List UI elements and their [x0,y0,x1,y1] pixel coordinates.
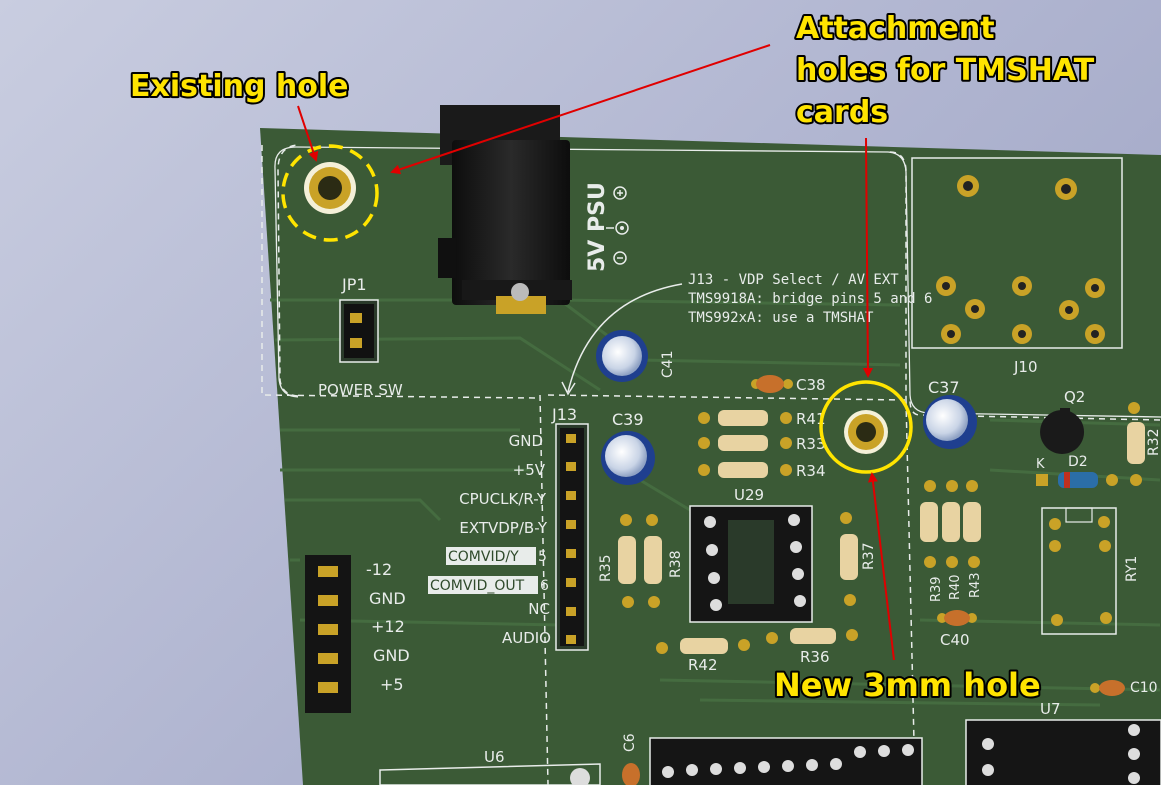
power-pin-gnd2: GND [373,646,410,665]
svg-text:R37: R37 [861,542,877,570]
j13-note-line2: TMS9918A: bridge pins 5 and 6 [688,291,932,307]
psu-label: 5V PSU [585,182,610,272]
svg-text:R43: R43 [968,572,983,598]
power-pin-gnd1: GND [369,589,406,608]
svg-text:C40: C40 [940,631,970,649]
svg-text:R35: R35 [598,554,614,582]
ic-socket-bottom [649,737,923,785]
svg-text:R34: R34 [796,462,826,480]
svg-text:R36: R36 [800,648,830,666]
svg-text:R39: R39 [929,576,944,602]
j13-pin-comvid-out: COMVID_OUT [430,578,525,594]
j13-label: J13 [551,405,577,424]
j13-pin-audio: AUDIO [502,629,551,647]
svg-text:U6: U6 [484,748,505,766]
callout-attachment-line1: Attachment [796,11,995,46]
svg-text:U29: U29 [734,486,764,504]
power-pin-p5: +5 [380,675,404,694]
j13-pin-extvdp: EXTVDP/B-Y [459,519,547,537]
dc-jack [438,105,572,314]
callout-new-hole: New 3mm hole [774,666,1041,704]
svg-text:C39: C39 [612,410,644,429]
svg-text:U7: U7 [1040,700,1061,718]
j13-pin6-number: 6 [540,578,549,594]
jp1-label: JP1 [341,275,367,294]
j13-pin5-number: 5 [538,549,547,565]
svg-text:C6: C6 [622,733,638,752]
svg-text:K: K [1036,457,1045,472]
svg-text:C10: C10 [1130,680,1158,696]
power-sw-label: POWER SW [318,381,403,399]
j13-pin-5v: +5V [513,461,546,479]
svg-text:R38: R38 [668,550,684,578]
svg-text:J10: J10 [1013,358,1038,376]
svg-text:C41: C41 [660,350,676,378]
svg-text:R42: R42 [688,656,718,674]
j13-pin-nc: NC [528,600,550,618]
j13-pin-gnd: GND [509,432,543,450]
j13-note-line3: TMS992xA: use a TMSHAT [688,310,874,326]
ic-socket-u29: U29 [689,486,813,623]
svg-text:Q2: Q2 [1064,388,1085,406]
svg-text:R40: R40 [948,574,963,600]
svg-text:D2: D2 [1068,454,1088,470]
power-pin-m12: -12 [366,560,392,579]
svg-text:C38: C38 [796,376,826,394]
j13-pin-comvid-y: COMVID/Y [448,549,519,565]
callout-existing-hole: Existing hole [130,69,348,104]
j13-pin-cpuclk: CPUCLK/R-Y [459,490,547,508]
power-pin-p12: +12 [371,617,405,636]
svg-text:RY1: RY1 [1124,556,1140,582]
pcb-render-scene: 5V PSU JP1 POWER SW J13 - VDP Select / A… [128,9,1161,785]
svg-text:C37: C37 [928,378,960,397]
callout-attachment-line3: cards [796,95,888,130]
svg-text:R32: R32 [1146,428,1161,456]
callout-attachment-line2: holes for TMSHAT [796,53,1095,88]
